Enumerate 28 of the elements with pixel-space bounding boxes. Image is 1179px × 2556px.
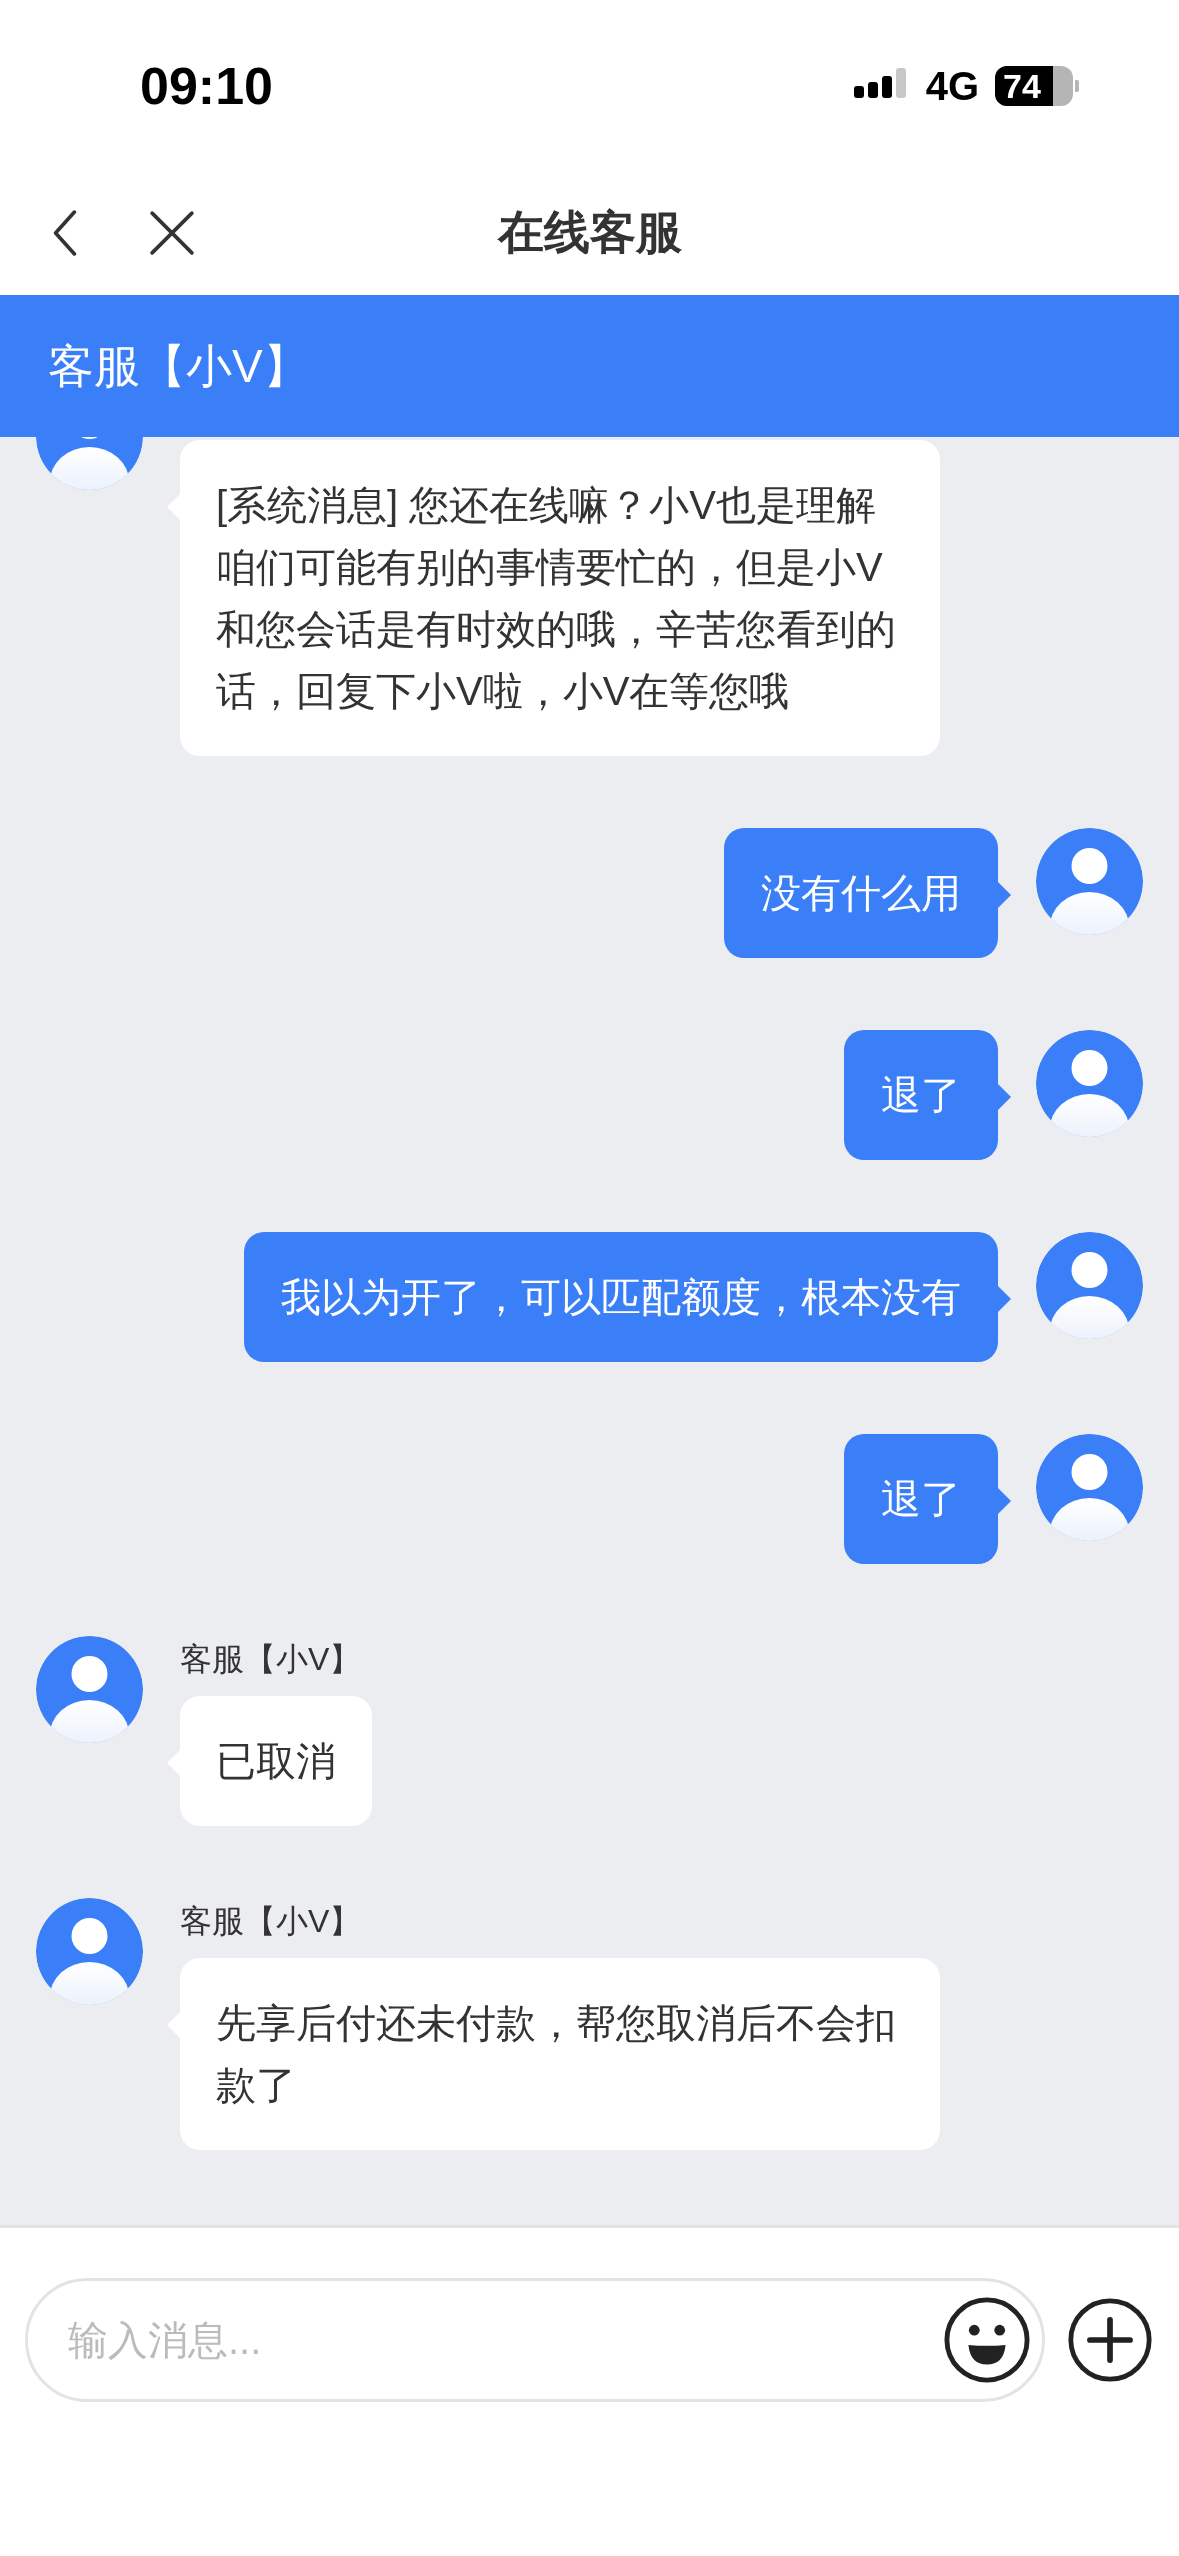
agent-name: 客服【小V】 xyxy=(180,1640,362,1679)
chat-header-title: 客服【小V】 xyxy=(48,338,309,394)
avatar-icon xyxy=(1036,1030,1143,1137)
agent-name: 客服【小V】 xyxy=(180,1902,362,1941)
message-bubble: 先享后付还未付款，帮您取消后不会扣款了 xyxy=(180,1958,940,2150)
bubble-tail xyxy=(998,1084,1011,1110)
network-label: 4G xyxy=(925,63,979,110)
avatar-icon xyxy=(1036,1434,1143,1541)
message-bubble: 退了 xyxy=(844,1434,998,1564)
avatar-icon xyxy=(36,1636,143,1743)
bubble-tail xyxy=(998,882,1011,908)
avatar-icon xyxy=(1036,828,1143,935)
bubble-tail xyxy=(998,1286,1011,1312)
back-icon xyxy=(52,210,78,256)
close-icon xyxy=(149,210,195,256)
message-bubble: 已取消 xyxy=(180,1696,372,1826)
message-bubble: 退了 xyxy=(844,1030,998,1160)
message-input[interactable]: 输入消息... xyxy=(25,2278,1045,2402)
status-time: 09:10 xyxy=(140,56,273,117)
emoji-icon[interactable] xyxy=(943,2296,1031,2384)
message-bubble: 没有什么用 xyxy=(724,828,998,958)
add-icon[interactable] xyxy=(1067,2297,1153,2383)
page-title: 在线客服 xyxy=(497,205,682,260)
avatar-icon xyxy=(36,1898,143,2005)
avatar-icon xyxy=(1036,1232,1143,1339)
bubble-tail xyxy=(998,1488,1011,1514)
message-bubble: 我以为开了，可以匹配额度，根本没有 xyxy=(244,1232,998,1362)
message-bubble: [系统消息] 您还在线嘛？小V也是理解咱们可能有别的事情要忙的，但是小V和您会话是有时效的哦，辛苦您看到的话，回复下小V啦，小V在等您哦 xyxy=(180,440,940,756)
